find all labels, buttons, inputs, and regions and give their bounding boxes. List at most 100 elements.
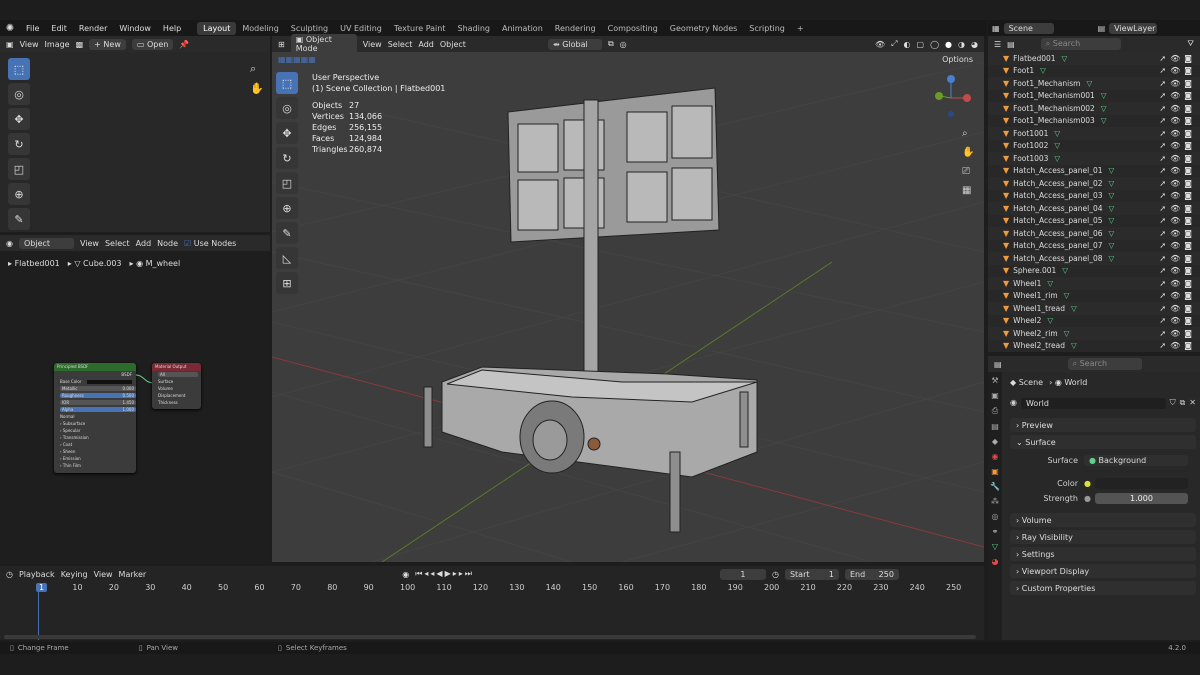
world-tab-icon[interactable]: ◉ — [992, 452, 999, 461]
camera-icon[interactable]: ⎚ — [962, 166, 974, 177]
base-color-swatch[interactable] — [87, 379, 132, 384]
visibility-toggles[interactable]: ➚👁◙ — [1159, 329, 1196, 338]
copy-world-icon[interactable]: ⧉ — [1180, 398, 1186, 409]
marker-menu[interactable]: Marker — [119, 570, 147, 579]
new-image-button[interactable]: + New — [89, 38, 126, 50]
tab-animation[interactable]: Animation — [496, 22, 549, 35]
outliner-item[interactable]: ▼ Foot1001 ▽ ➚👁◙ — [988, 127, 1200, 140]
viewport-object-menu[interactable]: Object — [440, 40, 466, 49]
overlay-icon[interactable]: ◐ — [904, 40, 911, 49]
move-tool-icon[interactable]: ✥ — [8, 108, 30, 130]
object-mode-dropdown[interactable]: ▣ Object Mode — [290, 34, 357, 54]
section-ray-visibility[interactable]: › Ray Visibility — [1010, 530, 1196, 544]
transform-tool-icon[interactable]: ⊕ — [276, 197, 298, 219]
outliner-item[interactable]: ▼ Foot1003 ▽ ➚👁◙ — [988, 152, 1200, 165]
output-target-select[interactable]: All — [152, 371, 201, 378]
section-viewport-display[interactable]: › Viewport Display — [1010, 564, 1196, 578]
scene-selector[interactable]: Scene — [1003, 22, 1054, 34]
view-layer-tab-icon[interactable]: ▤ — [991, 422, 999, 431]
hand-icon[interactable]: ✋ — [250, 82, 264, 95]
bsdf-row-specular[interactable]: › Specular — [54, 427, 136, 434]
outliner-item[interactable]: ▼ Foot1_Mechanism003 ▽ ➚👁◙ — [988, 115, 1200, 128]
visibility-toggles[interactable]: ➚👁◙ — [1159, 79, 1196, 88]
material-tab-icon[interactable]: ◕ — [992, 557, 999, 566]
shading-wire-icon[interactable]: ◯ — [930, 40, 939, 49]
outliner-item[interactable]: ▼ Sphere.001 ▽ ➚👁◙ — [988, 265, 1200, 278]
principled-bsdf-node[interactable]: Principled BSDF BSDF Base Color Metallic… — [54, 363, 136, 473]
outliner-item[interactable]: ▼ Hatch_Access_panel_05 ▽ ➚👁◙ — [988, 215, 1200, 228]
playback-controls[interactable]: ⏮◂◂◀▶▸▸⏭ — [415, 569, 474, 579]
outliner-item[interactable]: ▼ Foot1002 ▽ ➚👁◙ — [988, 140, 1200, 153]
timeline-scrollbar[interactable] — [4, 635, 976, 639]
surface-shader-field[interactable]: ● Background — [1084, 455, 1188, 466]
material-output-node[interactable]: Material Output All Surface Volume Displ… — [152, 363, 201, 409]
tab-scripting[interactable]: Scripting — [743, 22, 791, 35]
visibility-toggles[interactable]: ➚👁◙ — [1159, 254, 1196, 263]
visibility-toggles[interactable]: ➚👁◙ — [1159, 154, 1196, 163]
outliner-item[interactable]: ▼ Wheel2 ▽ ➚👁◙ — [988, 315, 1200, 328]
visibility-toggles[interactable]: ➚👁◙ — [1159, 341, 1196, 350]
node-menu[interactable]: Node — [157, 239, 178, 248]
node-select-menu[interactable]: Select — [105, 239, 130, 248]
viewport-add-menu[interactable]: Add — [418, 40, 434, 49]
clock-icon[interactable]: ◷ — [772, 570, 779, 579]
outliner-type-icon[interactable]: ☰ — [994, 40, 1001, 49]
cursor-tool-icon[interactable]: ◎ — [8, 83, 30, 105]
visibility-toggles[interactable]: ➚👁◙ — [1159, 166, 1196, 175]
view-layer-selector[interactable]: ViewLayer — [1109, 22, 1158, 34]
auto-key-icon[interactable]: ◉ — [402, 570, 409, 579]
tab-modeling[interactable]: Modeling — [236, 22, 284, 35]
bsdf-row-thin-film[interactable]: › Thin Film — [54, 462, 136, 469]
visibility-toggles[interactable]: ➚👁◙ — [1159, 129, 1196, 138]
visibility-toggles[interactable]: ➚👁◙ — [1159, 216, 1196, 225]
keying-menu[interactable]: Keying — [61, 570, 88, 579]
tab-rendering[interactable]: Rendering — [549, 22, 602, 35]
select-mode-icons[interactable]: ▦▦▦▦▦ — [278, 55, 316, 64]
hand-icon[interactable]: ✋ — [962, 147, 974, 158]
render-tab-icon[interactable]: ▣ — [991, 391, 999, 400]
bsdf-row-metallic[interactable]: Metallic 0.000 — [54, 385, 136, 392]
blender-logo-icon[interactable]: ✺ — [0, 23, 20, 34]
bsdf-row-alpha[interactable]: Alpha 1.000 — [54, 406, 136, 413]
outliner-search[interactable]: ⌕ Search — [1040, 38, 1121, 50]
visibility-toggles[interactable]: ➚👁◙ — [1159, 91, 1196, 100]
grid-icon[interactable]: ▦ — [962, 185, 974, 196]
visibility-toggles[interactable]: ➚👁◙ — [1159, 304, 1196, 313]
annotate-tool-icon[interactable]: ✎ — [276, 222, 298, 244]
outliner-item[interactable]: ▼ Hatch_Access_panel_02 ▽ ➚👁◙ — [988, 177, 1200, 190]
constraints-tab-icon[interactable]: ⚭ — [992, 527, 999, 536]
scale-tool-icon[interactable]: ◰ — [8, 158, 30, 180]
visibility-toggles[interactable]: ➚👁◙ — [1159, 291, 1196, 300]
outliner-item[interactable]: ▼ Hatch_Access_panel_08 ▽ ➚👁◙ — [988, 252, 1200, 265]
outliner-item[interactable]: ▼ Wheel2_tread ▽ ➚👁◙ — [988, 340, 1200, 353]
properties-type-icon[interactable]: ▤ — [994, 360, 1002, 369]
pin-icon[interactable]: 📌 — [179, 40, 189, 49]
outliner-item[interactable]: ▼ Wheel1_rim ▽ ➚👁◙ — [988, 290, 1200, 303]
start-frame-field[interactable]: Start 1 — [784, 568, 839, 580]
tab-geometry-nodes[interactable]: Geometry Nodes — [664, 22, 743, 35]
visibility-toggles[interactable]: ➚👁◙ — [1159, 104, 1196, 113]
rotate-tool-icon[interactable]: ↻ — [276, 147, 298, 169]
visibility-toggles[interactable]: ➚👁◙ — [1159, 66, 1196, 75]
bsdf-row-transmission[interactable]: › Transmission — [54, 434, 136, 441]
bsdf-row-subsurface[interactable]: › Subsurface — [54, 420, 136, 427]
node-view-menu[interactable]: View — [80, 239, 99, 248]
transform-tool-icon[interactable]: ⊕ — [8, 183, 30, 205]
object-tab-icon[interactable]: ▣ — [991, 467, 999, 476]
editor-type-icon[interactable]: ◉ — [6, 239, 13, 248]
outliner-item[interactable]: ▼ Wheel1_tread ▽ ➚👁◙ — [988, 302, 1200, 315]
particles-tab-icon[interactable]: ⁂ — [991, 497, 999, 506]
outliner-item[interactable]: ▼ Foot1_Mechanism001 ▽ ➚👁◙ — [988, 90, 1200, 103]
zoom-icon[interactable]: ⌕ — [962, 128, 974, 139]
outliner-item[interactable]: ▼ Foot1_Mechanism002 ▽ ➚👁◙ — [988, 102, 1200, 115]
scale-tool-icon[interactable]: ◰ — [276, 172, 298, 194]
strength-socket-icon[interactable]: ● — [1084, 494, 1091, 503]
outliner-item[interactable]: ▼ Flatbed001 ▽ ➚👁◙ — [988, 52, 1200, 65]
visibility-toggles[interactable]: ➚👁◙ — [1159, 279, 1196, 288]
editor-type-icon[interactable]: ▣ — [6, 40, 14, 49]
current-frame-field[interactable]: 1 — [719, 568, 766, 580]
unlink-world-icon[interactable]: ✕ — [1189, 398, 1196, 409]
outliner-item[interactable]: ▼ Wheel1 ▽ ➚👁◙ — [988, 277, 1200, 290]
bsdf-row-sheen[interactable]: › Sheen — [54, 448, 136, 455]
zoom-icon[interactable]: ⌕ — [250, 62, 256, 76]
